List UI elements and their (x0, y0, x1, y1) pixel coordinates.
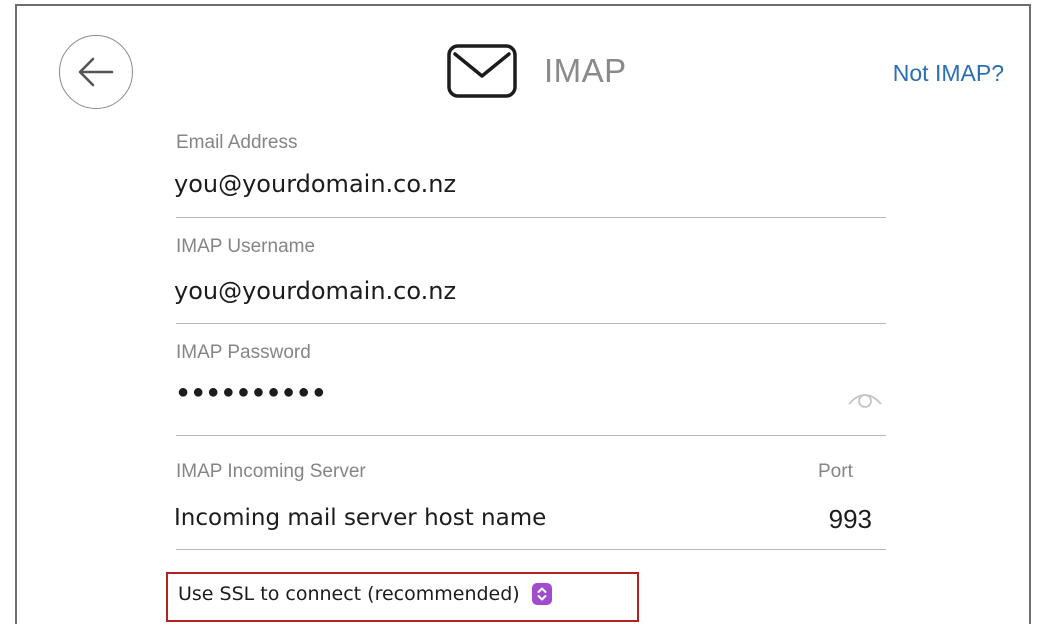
incoming-server-label: IMAP Incoming Server (176, 461, 366, 482)
not-imap-link[interactable]: Not IMAP? (893, 60, 1004, 87)
email-divider (176, 217, 886, 218)
password-field[interactable]: ●●●●●●●●●● (177, 381, 328, 404)
email-label: Email Address (176, 132, 298, 153)
ssl-select-value: Use SSL to connect (recommended) (178, 583, 520, 605)
mail-envelope-icon (447, 44, 517, 98)
eye-icon[interactable] (847, 388, 883, 410)
port-field[interactable]: 993 (812, 504, 872, 535)
username-divider (176, 323, 886, 324)
username-field[interactable]: you@yourdomain.co.nz (174, 277, 456, 305)
up-down-chevron-icon (531, 583, 552, 605)
email-field[interactable]: you@yourdomain.co.nz (174, 170, 456, 198)
page-title: IMAP (544, 52, 627, 89)
password-divider (176, 435, 886, 436)
ssl-select[interactable]: Use SSL to connect (recommended) (178, 577, 552, 611)
window-frame (15, 4, 1031, 624)
back-button[interactable] (59, 35, 133, 109)
incoming-server-field[interactable]: Incoming mail server host name (174, 505, 546, 531)
server-divider (176, 549, 886, 550)
back-arrow-icon (78, 57, 114, 87)
password-label: IMAP Password (176, 342, 311, 363)
username-label: IMAP Username (176, 236, 316, 257)
port-label: Port (818, 461, 853, 482)
